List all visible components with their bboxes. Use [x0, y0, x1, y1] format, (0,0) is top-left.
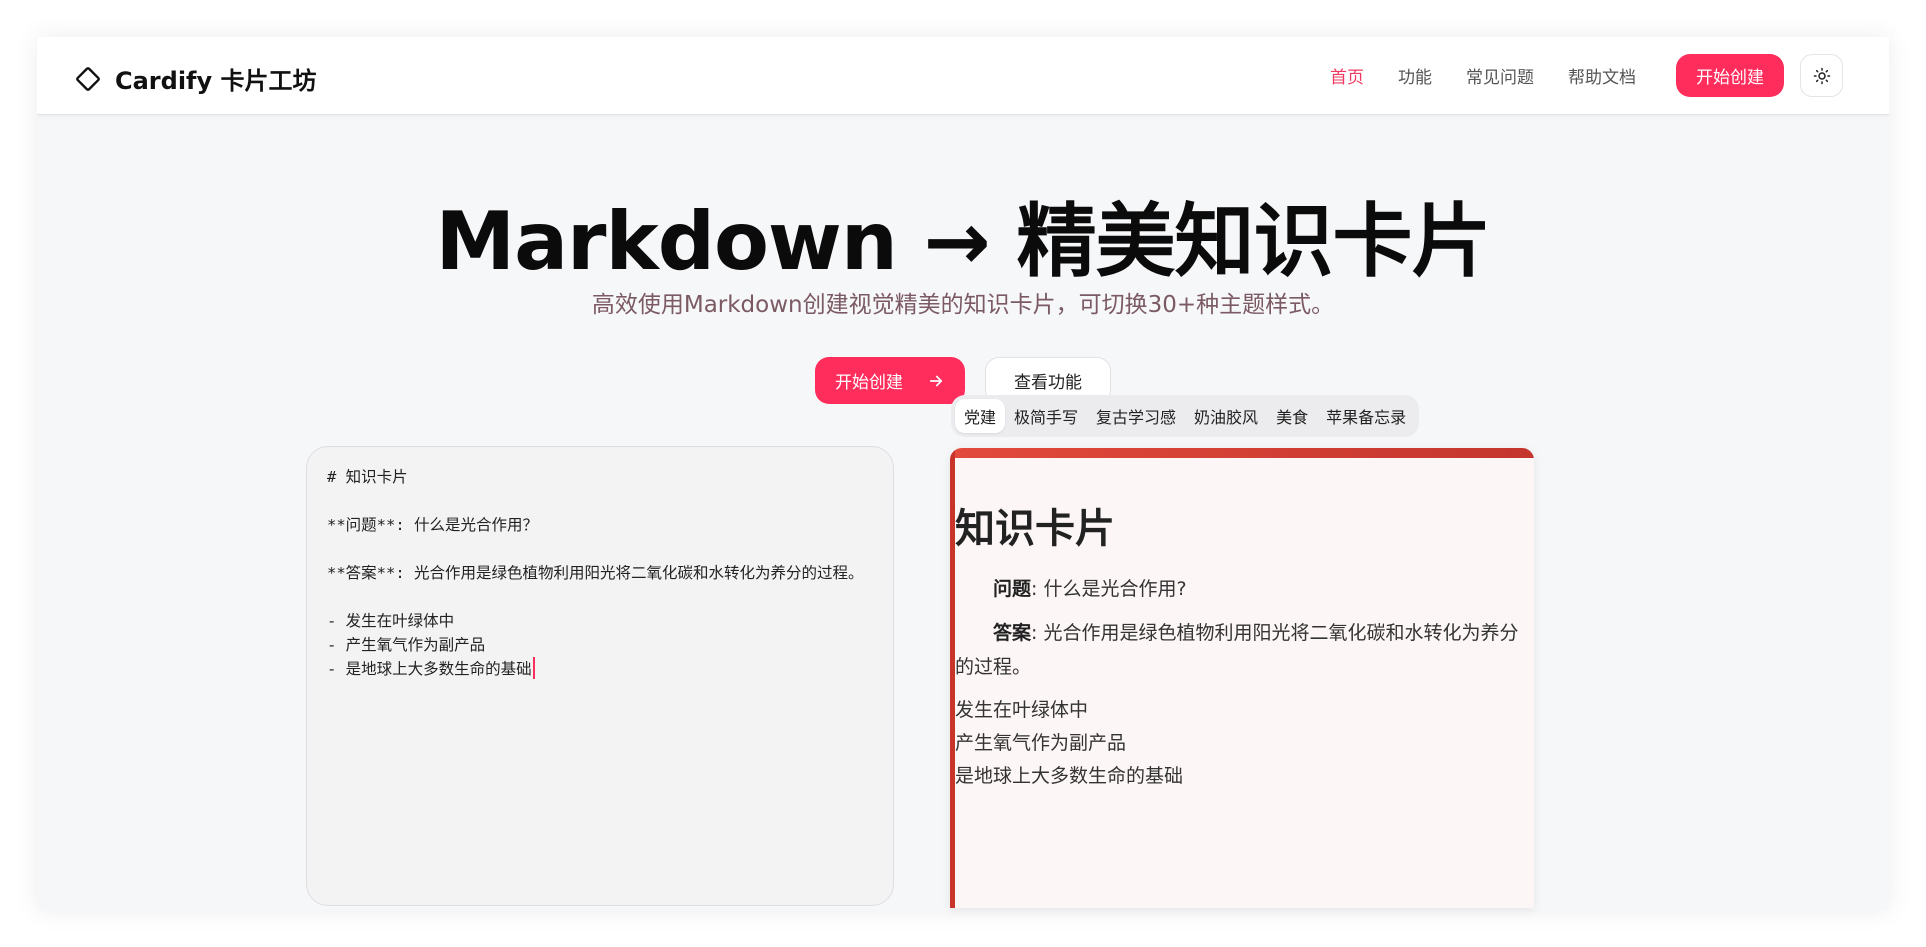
markdown-editor[interactable]: # 知识卡片 **问题**: 什么是光合作用？ **答案**: 光合作用是绿色植… — [306, 446, 894, 906]
hero-subtitle: 高效使用Markdown创建视觉精美的知识卡片，可切换30+种主题样式。 — [591, 292, 1335, 318]
sun-icon — [1813, 67, 1830, 84]
main-nav: 首页 功能 常见问题 帮助文档 开始创建 — [1330, 54, 1843, 97]
card-bullet: 发生在叶绿体中 — [955, 699, 1089, 721]
header-start-button[interactable]: 开始创建 — [1676, 54, 1784, 97]
card-bullet: 是地球上大多数生命的基础 — [955, 765, 1184, 787]
nav-faq[interactable]: 常见问题 — [1466, 63, 1534, 88]
nav-home[interactable]: 首页 — [1330, 63, 1364, 88]
theme-tab-party[interactable]: 党建 — [955, 399, 1006, 433]
nav-features[interactable]: 功能 — [1398, 63, 1432, 88]
editor-line: - 发生在叶绿体中 — [327, 612, 455, 630]
editor-line: **答案**: 光合作用是绿色植物利用阳光将二氧化碳和水转化为养分的过程。 — [327, 564, 864, 582]
card-body: 知识卡片 问题: 什么是光合作用? 答案: 光合作用是绿色植物利用阳光将二氧化碳… — [955, 458, 1524, 793]
diamond-logo-icon — [76, 66, 100, 91]
editor-line: - 是地球上大多数生命的基础 — [327, 660, 532, 678]
card-bullet: 产生氧气作为副产品 — [955, 732, 1127, 754]
text-caret — [532, 657, 535, 679]
arrow-right-icon — [929, 375, 943, 386]
logo[interactable]: Cardify 卡片工坊 — [73, 61, 317, 96]
nav-docs[interactable]: 帮助文档 — [1568, 63, 1636, 88]
top-nav-bar: Cardify 卡片工坊 首页 功能 常见问题 帮助文档 开始创建 — [37, 37, 1889, 115]
question-text: : 什么是光合作用? — [1031, 578, 1187, 600]
theme-tab-minimal-handwriting[interactable]: 极简手写 — [1005, 399, 1087, 433]
editor-line: - 产生氧气作为副产品 — [327, 636, 486, 654]
theme-tab-food[interactable]: 美食 — [1267, 399, 1317, 433]
start-creating-label: 开始创建 — [835, 373, 903, 393]
card-question: 问题: 什么是光合作用? — [955, 572, 1524, 606]
theme-tab-apple-notes[interactable]: 苹果备忘录 — [1317, 399, 1415, 433]
theme-tab-cream-glue[interactable]: 奶油胶风 — [1185, 399, 1267, 433]
question-label: 问题 — [993, 578, 1032, 600]
card-title: 知识卡片 — [955, 506, 1115, 552]
answer-text: : 光合作用是绿色植物利用阳光将二氧化碳和水转化为养分的过程。 — [955, 622, 1519, 678]
editor-line-last: - 是地球上大多数生命的基础 — [327, 657, 873, 681]
logo-text: Cardify 卡片工坊 — [115, 67, 317, 95]
card-top-accent — [950, 448, 1534, 458]
preview-card: 知识卡片 问题: 什么是光合作用? 答案: 光合作用是绿色植物利用阳光将二氧化碳… — [950, 448, 1534, 908]
hero-title: Markdown → 精美知识卡片 — [435, 195, 1491, 288]
theme-toggle-button[interactable] — [1800, 54, 1843, 97]
answer-label: 答案 — [993, 622, 1032, 644]
card-answer: 答案: 光合作用是绿色植物利用阳光将二氧化碳和水转化为养分的过程。 — [955, 616, 1524, 684]
theme-tab-retro-study[interactable]: 复古学习感 — [1087, 399, 1185, 433]
start-creating-button[interactable]: 开始创建 — [815, 357, 965, 404]
editor-line: **问题**: 什么是光合作用？ — [327, 516, 538, 534]
theme-tabs: 党建 极简手写 复古学习感 奶油胶风 美食 苹果备忘录 — [951, 395, 1420, 437]
editor-line: # 知识卡片 — [327, 468, 408, 486]
